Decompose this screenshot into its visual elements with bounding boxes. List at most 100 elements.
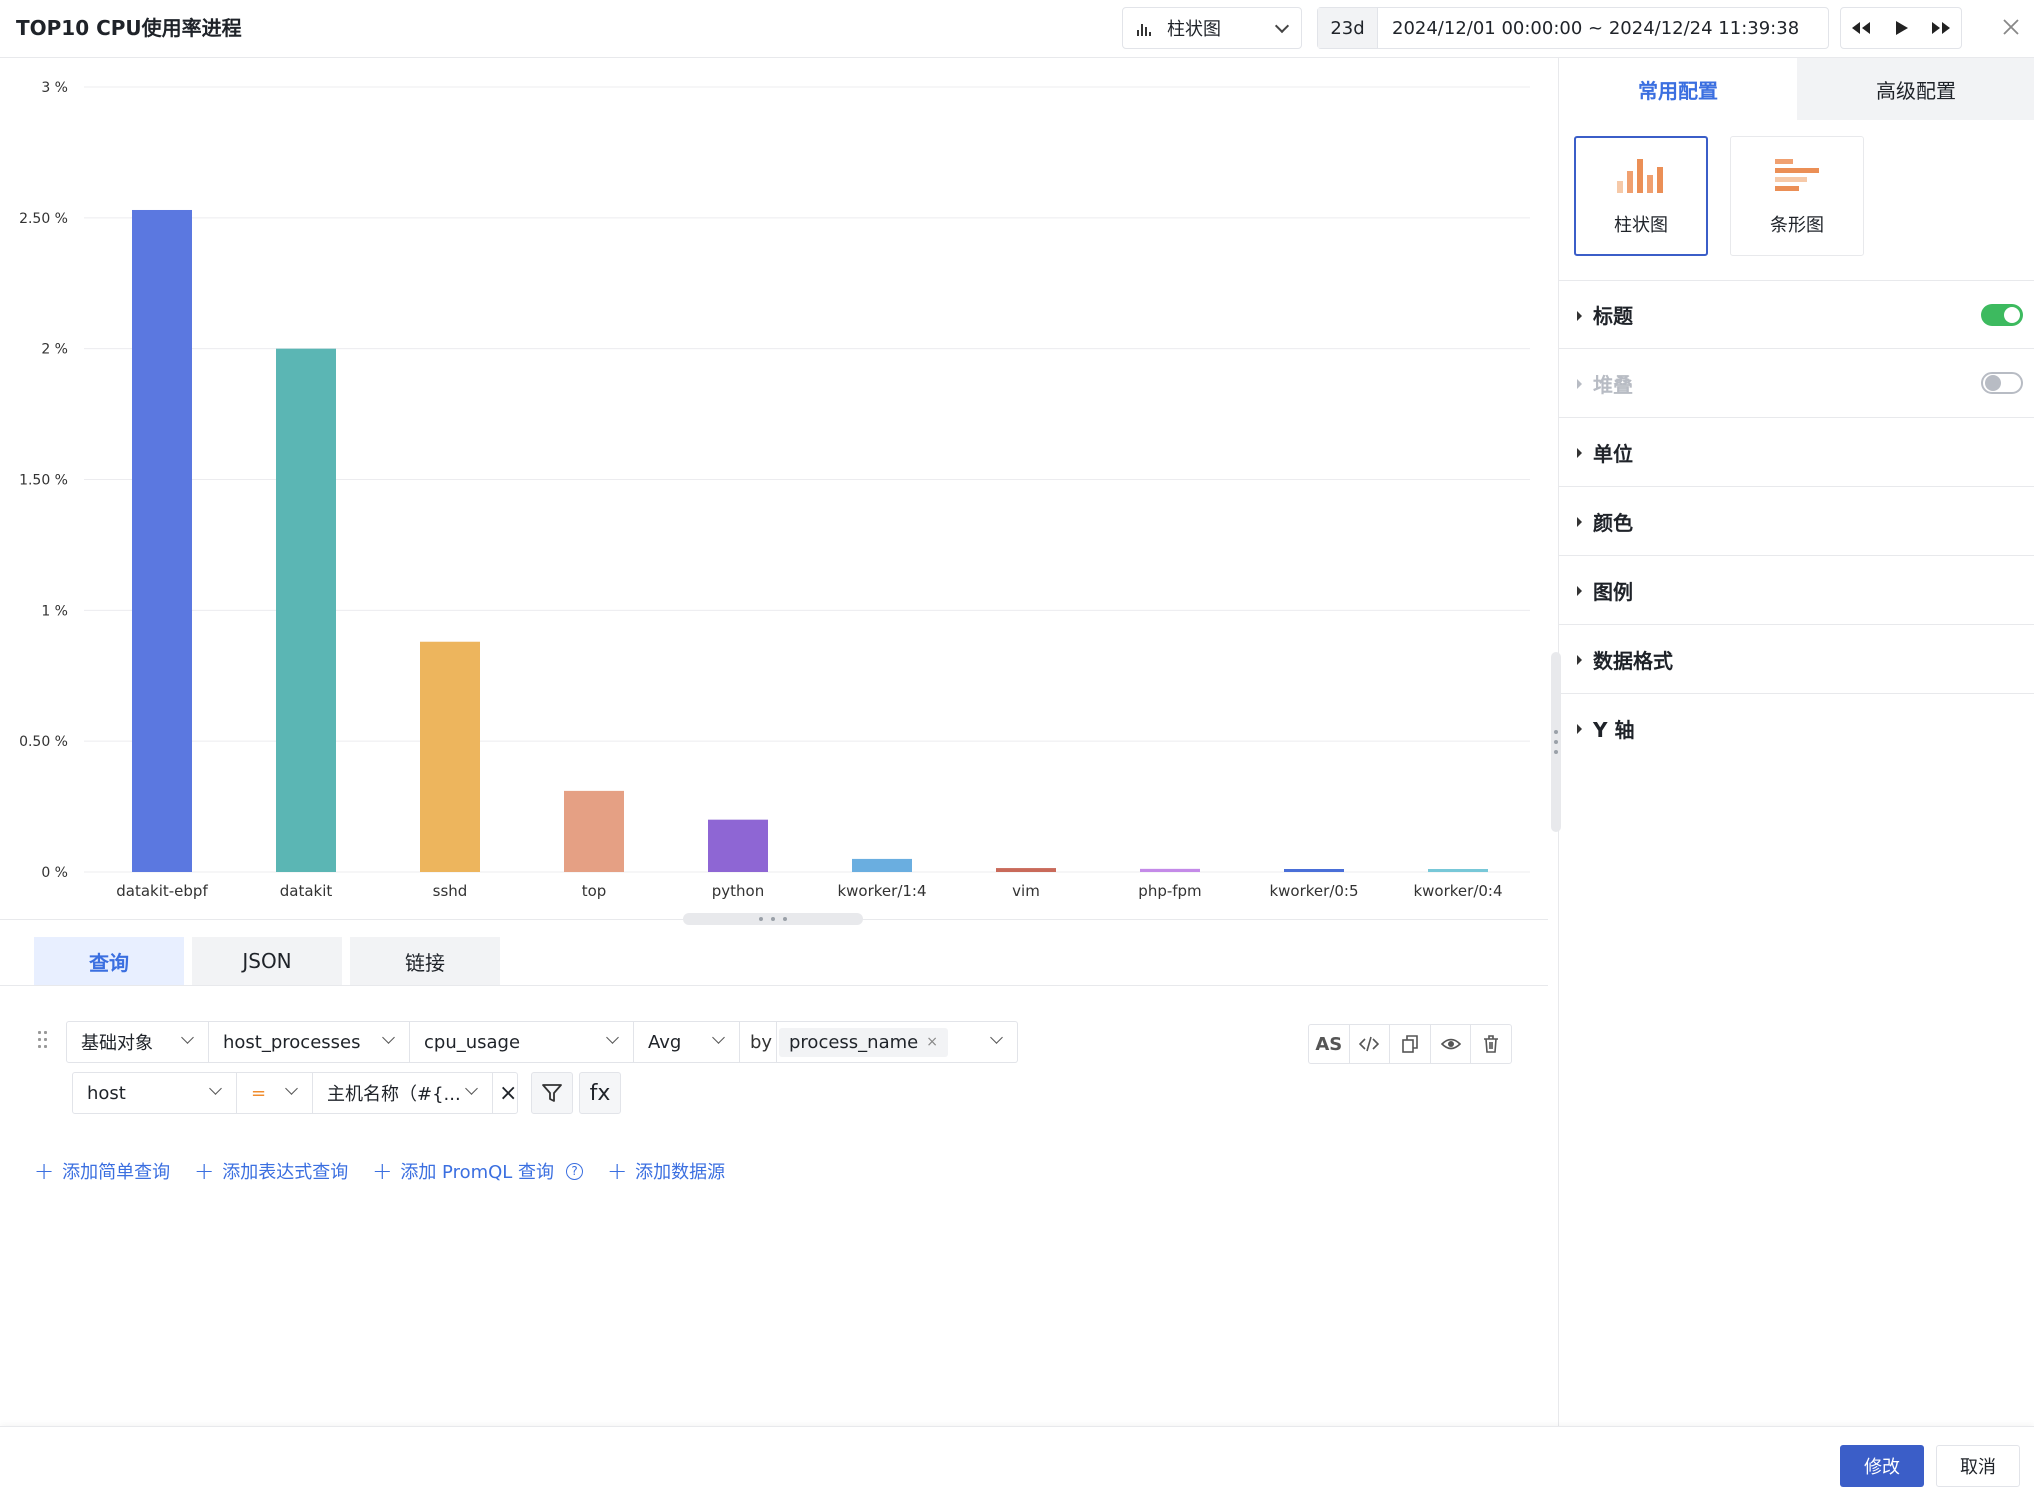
group-by-select[interactable]: process_name × [777,1022,1017,1062]
bar-chart-icon [1137,20,1155,36]
bar-vim[interactable] [996,868,1056,872]
plus-icon: + [607,1157,628,1185]
measurement-value: host_processes [223,1031,361,1053]
chevron-down-icon [465,1082,478,1095]
caret-right-icon [1577,655,1582,665]
add-expression-query-label: 添加表达式查询 [222,1162,349,1183]
caret-right-icon [1577,517,1582,527]
by-label: by [740,1022,777,1062]
title-toggle[interactable] [1981,304,2023,326]
tab-advanced-config[interactable]: 高级配置 [1797,58,2034,120]
query-row: 基础对象 host_processes cpu_usage Avg by pro… [66,1021,1018,1063]
chart-area: 0 % 0.50 % 1 % 1.50 % 2 % 2.50 % 3 % datakit-e… [0,58,1560,920]
filter-operator-select[interactable]: = [237,1073,313,1113]
group-by-chip: process_name × [779,1027,948,1057]
section-y-axis[interactable]: Y 轴 [1559,694,2034,763]
filter-value-select[interactable]: 主机名称（#{... [313,1073,493,1113]
add-expression-query-link[interactable]: + 添加表达式查询 [194,1158,348,1184]
section-color-label: 颜色 [1593,510,1633,535]
bar-top[interactable] [564,790,624,872]
confirm-button[interactable]: 修改 [1840,1445,1924,1487]
bar-kworker-0-4[interactable] [1428,869,1488,872]
x-tick-label: vim [1012,882,1040,900]
code-view-button[interactable] [1350,1025,1391,1063]
plus-icon: + [34,1157,55,1185]
chevron-down-icon [606,1031,619,1044]
delete-button[interactable] [1471,1025,1511,1063]
section-title[interactable]: 标题 [1559,280,2034,349]
dialog-header: TOP10 CPU使用率进程 柱状图 23d 2024/12/01 00:00:… [0,0,2034,58]
add-datasource-link[interactable]: + 添加数据源 [607,1158,725,1184]
bar-datakit-ebpf[interactable] [132,209,192,872]
alias-button[interactable]: AS [1309,1025,1350,1063]
bar-php-fpm[interactable] [1140,868,1200,872]
drag-handle-icon[interactable] [38,1031,52,1051]
x-tick-label: kworker/0:4 [1413,882,1502,900]
help-icon[interactable]: ? [566,1162,584,1180]
rewind-button[interactable] [1841,8,1881,48]
config-tabs: 常用配置 高级配置 [1559,58,2034,120]
chart-type-card-horizontal-bar[interactable]: 条形图 [1730,136,1864,256]
bar-python[interactable] [708,819,768,872]
chart-bars [132,209,1488,873]
stack-toggle[interactable] [1981,372,2023,394]
config-panel: 常用配置 高级配置 柱状图 条形图 标题 堆叠 单位 颜色 图例 数据格式 Y … [1558,58,2034,1426]
x-tick-label: top [582,882,607,900]
rewind-icon [1852,22,1870,34]
add-promql-query-link[interactable]: + 添加 PromQL 查询 ? [372,1157,584,1185]
measurement-select[interactable]: host_processes [209,1022,410,1062]
tab-common-config[interactable]: 常用配置 [1559,58,1797,120]
copy-button[interactable] [1390,1025,1431,1063]
y-tick-label: 1 % [41,603,68,619]
y-tick-label: 0.50 % [19,734,68,750]
time-range-picker[interactable]: 23d 2024/12/01 00:00:00 ~ 2024/12/24 11:… [1317,7,1829,49]
time-range-value[interactable]: 2024/12/01 00:00:00 ~ 2024/12/24 11:39:3… [1378,8,1799,48]
horizontal-bar-chart-icon [1775,159,1819,191]
section-unit[interactable]: 单位 [1559,418,2034,487]
chart-editor-dialog: { "header": { "title": "TOP10 CPU使用率进程",… [0,0,2034,1500]
caret-right-icon [1577,724,1582,734]
x-tick-label: kworker/1:4 [837,882,926,900]
visibility-button[interactable] [1431,1025,1472,1063]
close-icon[interactable] [1998,14,2024,40]
bar-chart: 0 % 0.50 % 1 % 1.50 % 2 % 2.50 % 3 % datakit-e… [19,80,1530,900]
object-type-select[interactable]: 基础对象 [67,1022,209,1062]
filter-key-select[interactable]: host [73,1073,237,1113]
play-icon [1896,21,1908,35]
time-range-short[interactable]: 23d [1318,8,1378,48]
section-legend[interactable]: 图例 [1559,556,2034,625]
y-tick-label: 2 % [41,342,68,358]
chart-type-select[interactable]: 柱状图 [1122,7,1302,49]
x-tick-label: php-fpm [1138,882,1201,900]
bar-kworker-1-4[interactable] [852,858,912,872]
bar-chart-icon [1617,159,1663,193]
y-tick-label: 1.50 % [19,473,68,489]
bar-datakit[interactable] [276,348,336,873]
time-playback-controls [1840,7,1962,49]
x-tick-label: python [712,882,764,900]
tab-query[interactable]: 查询 [34,937,184,985]
cancel-button[interactable]: 取消 [1936,1445,2020,1487]
play-button[interactable] [1881,8,1921,48]
bar-sshd[interactable] [420,641,480,872]
section-color[interactable]: 颜色 [1559,487,2034,556]
section-data-format[interactable]: 数据格式 [1559,625,2034,694]
chart-type-card-bar[interactable]: 柱状图 [1574,136,1708,256]
add-simple-query-link[interactable]: + 添加简单查询 [34,1158,170,1184]
bar-kworker-0-5[interactable] [1284,869,1344,872]
aggregation-select[interactable]: Avg [634,1022,740,1062]
chart-resize-handle[interactable] [683,913,863,925]
add-query-links: + 添加简单查询 + 添加表达式查询 + 添加 PromQL 查询 ? + 添加… [34,1158,725,1184]
tab-link[interactable]: 链接 [350,937,500,985]
fast-forward-button[interactable] [1921,8,1961,48]
filter-button[interactable] [531,1072,573,1114]
chart-type-label: 柱状图 [1167,19,1221,40]
function-button[interactable]: fx [579,1072,621,1114]
tab-json[interactable]: JSON [192,937,342,985]
plus-icon: + [372,1157,393,1185]
field-select[interactable]: cpu_usage [410,1022,634,1062]
remove-filter-button[interactable]: × [493,1073,517,1113]
filter-value: 主机名称（#{... [327,1084,461,1105]
remove-chip-icon[interactable]: × [926,1034,938,1050]
section-stack[interactable]: 堆叠 [1559,349,2034,418]
